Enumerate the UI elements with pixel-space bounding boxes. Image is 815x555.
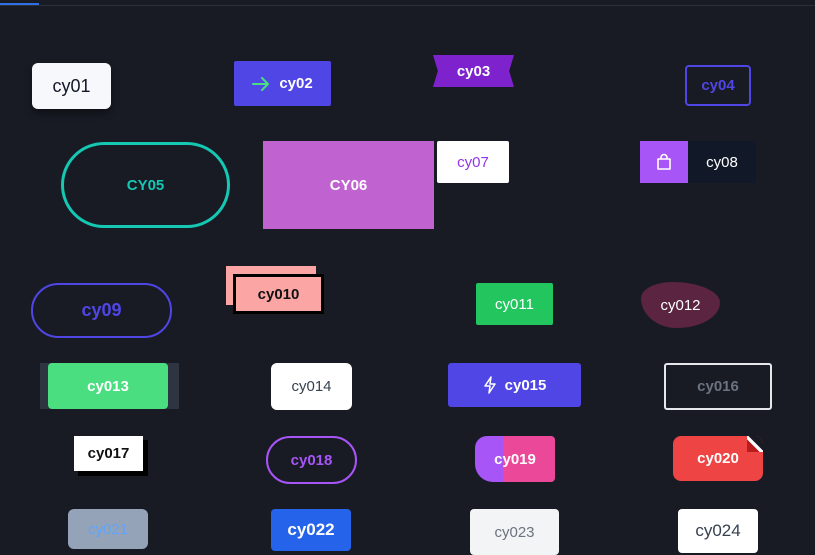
- cy024-label: cy024: [695, 521, 741, 540]
- cy04-button[interactable]: cy04: [685, 65, 751, 106]
- cy011-button[interactable]: cy011: [476, 283, 553, 325]
- cy011-label: cy011: [495, 295, 534, 313]
- cy019-button[interactable]: cy019: [475, 436, 555, 482]
- arrow-right-icon: [252, 76, 270, 91]
- cy01-label: cy01: [52, 75, 91, 96]
- cy013-button[interactable]: cy013: [48, 363, 168, 409]
- cy020-button[interactable]: cy020: [673, 436, 763, 481]
- cy015-button[interactable]: cy015: [448, 363, 581, 407]
- cy012-button[interactable]: cy012: [641, 282, 720, 328]
- cy010-button[interactable]: cy010: [233, 274, 324, 314]
- cy015-label: cy015: [504, 376, 547, 394]
- cy018-label: cy018: [290, 451, 333, 469]
- cy019-label: cy019: [494, 450, 536, 468]
- cy03-button[interactable]: cy03: [433, 55, 514, 87]
- cy017-label: cy017: [87, 445, 130, 462]
- cy020-folded-corner: [747, 436, 763, 452]
- cy016-button[interactable]: cy016: [664, 363, 772, 410]
- cy021-button[interactable]: cy021: [68, 509, 148, 549]
- cy021-label: cy021: [87, 520, 129, 538]
- cy018-button[interactable]: cy018: [266, 436, 357, 484]
- cy03-label: cy03: [456, 62, 491, 80]
- cy012-label: cy012: [660, 296, 701, 314]
- cy02-label: cy02: [279, 75, 313, 92]
- cy05-button[interactable]: CY05: [61, 142, 230, 228]
- cy013-label: cy013: [87, 377, 129, 395]
- cy08-label: cy08: [706, 153, 738, 171]
- cy017-button[interactable]: cy017: [74, 436, 143, 471]
- cy07-button[interactable]: cy07: [437, 141, 509, 183]
- cy023-button[interactable]: cy023: [470, 509, 559, 555]
- cy023-label: cy023: [494, 523, 535, 541]
- lightning-icon: [483, 376, 497, 394]
- cy024-button[interactable]: cy024: [678, 509, 758, 553]
- cy022-button[interactable]: cy022: [271, 509, 351, 551]
- shopping-bag-icon: [640, 141, 688, 183]
- cy022-label: cy022: [287, 520, 335, 539]
- cy06-label: CY06: [329, 176, 368, 194]
- cy014-button[interactable]: cy014: [271, 363, 352, 410]
- cy01-button[interactable]: cy01: [32, 63, 111, 109]
- top-tab-bar: [0, 0, 815, 6]
- cy09-button[interactable]: cy09: [31, 283, 172, 338]
- cy05-label: CY05: [126, 176, 165, 194]
- cy08-button[interactable]: cy08: [640, 141, 756, 183]
- cy016-label: cy016: [697, 378, 739, 395]
- active-tab-indicator: [0, 3, 39, 5]
- cy04-label: cy04: [701, 77, 735, 94]
- cy02-button[interactable]: cy02: [234, 61, 331, 106]
- cy07-label: cy07: [457, 153, 489, 171]
- cy09-label: cy09: [81, 300, 122, 320]
- cy06-button[interactable]: CY06: [263, 141, 434, 229]
- cy010-label: cy010: [257, 285, 300, 303]
- cy014-label: cy014: [291, 378, 332, 395]
- cy020-label: cy020: [697, 450, 739, 467]
